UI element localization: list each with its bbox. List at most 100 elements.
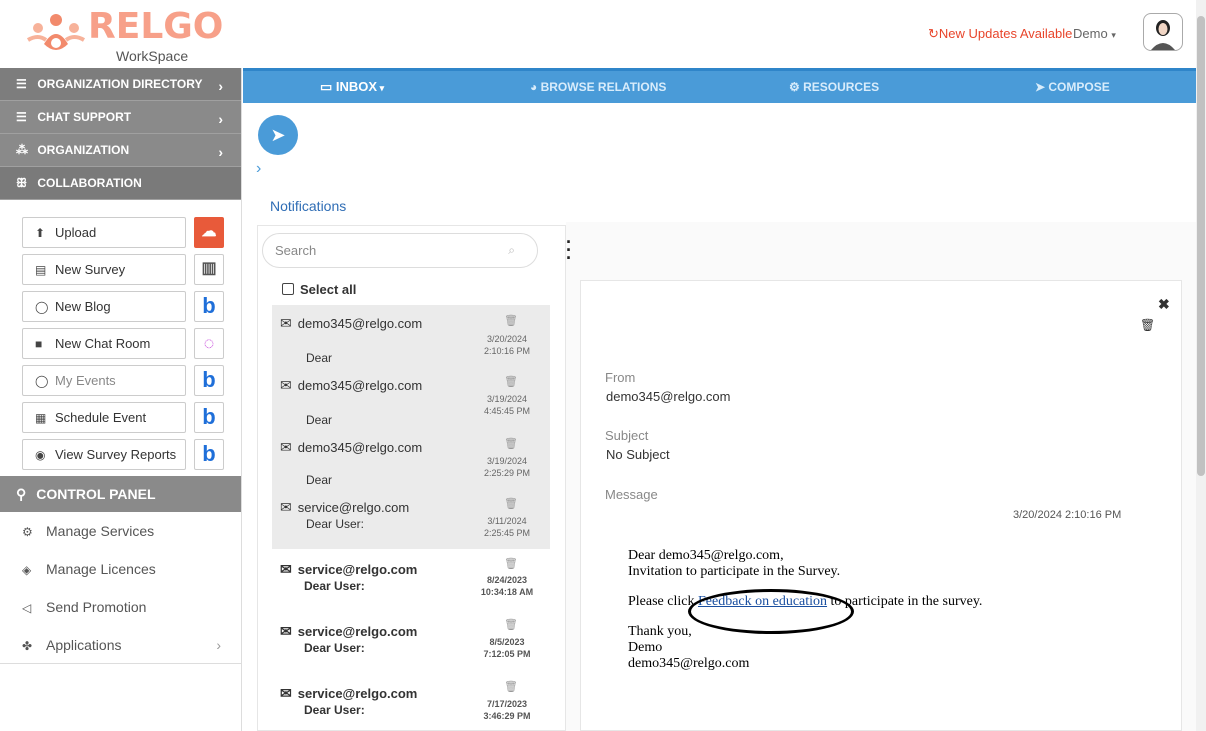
from-value: demo345@relgo.com (606, 389, 731, 404)
subject-label: Subject (605, 428, 649, 443)
trash-icon[interactable]: 🗑 (504, 437, 518, 450)
list-item[interactable]: ✉ demo345@relgo.com Dear 🗑 3/20/2024 2:10:… (272, 305, 550, 365)
trash-icon[interactable]: 🗑 (504, 557, 518, 570)
select-all-checkbox[interactable]: Select all (282, 282, 356, 297)
new-blog-button[interactable]: ◯ New Blog (22, 291, 186, 322)
upload-label: Upload (55, 225, 97, 240)
trash-icon[interactable]: 🗑 (504, 497, 518, 510)
close-icon[interactable]: ✖ (1158, 296, 1170, 313)
trash-icon[interactable]: 🗑 (504, 314, 518, 327)
message-preview: Dear (306, 473, 333, 487)
list-item[interactable]: ✉ service@relgo.com Dear User: 🗑 7/17/202… (272, 676, 550, 731)
list-item[interactable]: ✉ service@relgo.com Dear User: 🗑 8/5/2023… (272, 614, 550, 672)
new-chat-room-label: New Chat Room (55, 336, 151, 351)
trash-icon[interactable]: 🗑 (1140, 318, 1155, 332)
b-icon[interactable]: b (194, 291, 224, 322)
new-chat-room-button[interactable]: ■ New Chat Room (22, 328, 186, 359)
user-menu[interactable]: Demo ▾ (1073, 26, 1116, 41)
section-label: COLLABORATION (37, 176, 142, 190)
date-text: 8/5/2023 (489, 637, 525, 647)
control-panel-header[interactable]: ⚲ CONTROL PANEL (0, 476, 241, 512)
applications-link[interactable]: ✤ Applications › (0, 626, 241, 664)
sidebar-section-organization[interactable]: ⁂ ORGANIZATION › (0, 134, 241, 167)
sidebar-section-collaboration[interactable]: ꕥ COLLABORATION (0, 167, 241, 200)
manage-services-link[interactable]: ⚙ Manage Services (0, 512, 241, 550)
search-placeholder: Search (275, 243, 317, 258)
relgo-logo[interactable]: RELGO WorkSpace (26, 6, 226, 64)
sender-text: service@relgo.com (297, 686, 418, 701)
refresh-icon: ↻ (928, 26, 939, 41)
more-options-icon[interactable]: · · · (566, 233, 572, 267)
list-item[interactable]: ✉ demo345@relgo.com Dear 🗑 3/19/2024 2:25:… (272, 425, 550, 487)
avatar[interactable] (1143, 13, 1183, 51)
send-promotion-link[interactable]: ◁ Send Promotion (0, 588, 241, 626)
chevron-right-icon[interactable]: › (256, 160, 261, 178)
tool-row-view-survey-reports: ◉ View Survey Reports b (0, 436, 241, 473)
compose-button[interactable]: ➤ (258, 115, 298, 155)
chat-bubbles-icon[interactable]: ◌ (194, 328, 224, 359)
time-text: 4:45:45 PM (483, 406, 531, 416)
message-timestamp: 3/20/2024 2:10:16 PM (1013, 509, 1122, 521)
comment-icon: ◯ (35, 374, 49, 388)
people-icon: ꕥ (16, 176, 28, 190)
cloud-upload-icon[interactable]: ☁ (194, 217, 224, 248)
chevron-right-icon: › (218, 78, 223, 94)
manage-licences-link[interactable]: ◈ Manage Licences (0, 550, 241, 588)
view-survey-reports-button[interactable]: ◉ View Survey Reports (22, 439, 186, 470)
control-panel-label: CONTROL PANEL (36, 486, 156, 502)
time-text: 2:25:29 PM (483, 468, 531, 478)
search-icon[interactable]: ⌕ (508, 234, 515, 267)
upload-button[interactable]: ⬆ Upload (22, 217, 186, 248)
section-label: ORGANIZATION (37, 143, 130, 157)
scrollbar-thumb[interactable] (1197, 16, 1205, 476)
b-icon[interactable]: b (194, 402, 224, 433)
tab-resources-label: RESOURCES (803, 80, 880, 94)
new-survey-button[interactable]: ▤ New Survey (22, 254, 186, 285)
tab-inbox[interactable]: ▭ INBOX ▾ (320, 71, 384, 103)
invitation-line: Invitation to participate in the Survey. (628, 564, 841, 579)
schedule-event-button[interactable]: ▦ Schedule Event (22, 402, 186, 433)
caret-down-icon: ▾ (377, 83, 385, 93)
tab-resources[interactable]: ⚙ RESOURCES (789, 71, 879, 103)
tab-compose[interactable]: ➤ COMPOSE (1035, 71, 1110, 103)
sidebar-section-organization-directory[interactable]: ☰ ORGANIZATION DIRECTORY › (0, 68, 241, 101)
header: RELGO WorkSpace ↻New Updates Available D… (0, 0, 1206, 68)
signature-email: demo345@relgo.com (628, 656, 750, 671)
tab-browse-relations[interactable]: ◕ BROWSE RELATIONS (530, 71, 666, 103)
b-icon[interactable]: b (194, 365, 224, 396)
list-item[interactable]: ✉ demo345@relgo.com Dear 🗑 3/19/2024 4:45:… (272, 363, 550, 427)
chevron-right-icon: › (218, 144, 223, 160)
sender-text: service@relgo.com (297, 562, 418, 577)
paper-plane-icon: ➤ (1035, 80, 1049, 94)
chevron-right-icon: › (218, 111, 223, 127)
document-icon[interactable]: ▥ (194, 254, 224, 285)
logo-text: RELGO (88, 6, 224, 47)
list-icon: ☰ (16, 77, 27, 91)
list-item[interactable]: ✉ service@relgo.com Dear User: 🗑 3/11/202… (272, 487, 550, 549)
trash-icon[interactable]: 🗑 (504, 375, 518, 388)
megaphone-icon: ◁ (22, 601, 32, 615)
list-item[interactable]: ✉ service@relgo.com Dear User: 🗑 8/24/202… (272, 552, 550, 610)
time-text: 2:10:16 PM (483, 346, 531, 356)
trash-icon[interactable]: 🗑 (504, 618, 518, 631)
page-scrollbar[interactable] (1196, 0, 1206, 731)
sidebar-section-chat-support[interactable]: ☰ CHAT SUPPORT › (0, 101, 241, 134)
message-sender: ✉ demo345@relgo.com (280, 439, 422, 456)
envelope-icon: ✉ (280, 623, 292, 639)
message-date: 8/24/2023 10:34:18 AM (480, 574, 534, 598)
b-icon[interactable]: b (194, 439, 224, 470)
gears-icon: ⚙ (22, 525, 33, 539)
my-events-button[interactable]: ◯ My Events (22, 365, 186, 396)
time-text: 7:12:05 PM (483, 649, 531, 659)
gears-icon: ⚙ (789, 80, 804, 94)
envelope-icon: ✉ (280, 561, 292, 577)
comment-icon: ◯ (35, 300, 49, 314)
content-top (243, 103, 1196, 223)
new-updates-link[interactable]: ↻New Updates Available (928, 26, 1072, 42)
date-text: 8/24/2023 (486, 575, 528, 585)
paper-plane-icon: ➤ (270, 125, 286, 145)
message-label: Message (605, 487, 658, 502)
search-input[interactable]: Search ⌕ (262, 233, 538, 268)
trash-icon[interactable]: 🗑 (504, 680, 518, 693)
eye-icon: ◉ (35, 448, 46, 462)
